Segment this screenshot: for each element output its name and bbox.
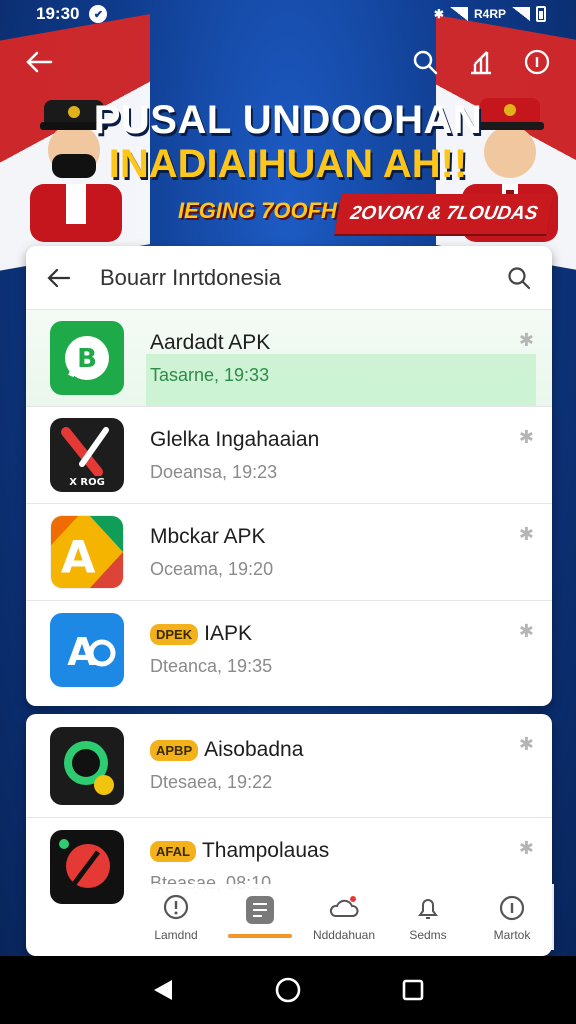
app-subtitle: Tasarne, 19:33 [150, 364, 270, 385]
bottom-nav: Lamdnd Ndddahuan Sedms Martok [0, 884, 576, 950]
system-home-button[interactable] [273, 975, 303, 1005]
battery-icon [536, 6, 546, 22]
app-title: DPEK IAPK [150, 622, 538, 646]
app-icon-play: A [50, 515, 124, 589]
list-item[interactable]: A DPEK IAPK Dteanca, 19:35 ✱ [26, 601, 552, 698]
arrow-left-icon [47, 268, 71, 287]
play-store-a-icon: A [51, 516, 123, 588]
app-title: AFAL Thampolauas [150, 839, 538, 863]
banner-tag-right-text: 2OVOKI & 7LOUDAS [348, 203, 540, 224]
list-item[interactable]: A Mbckar APK Oceama, 19:20 ✱ [26, 504, 552, 601]
vpn-icon: ✔ [89, 5, 108, 23]
nav-item-puzzle[interactable] [218, 884, 302, 950]
svg-text:B: B [77, 344, 97, 374]
star-icon[interactable]: ✱ [519, 734, 534, 755]
nav-label: Ndddahuan [312, 928, 376, 942]
app-icon-blue: A [50, 612, 124, 687]
list-item[interactable]: APBP Aisobadna Dtesaea, 19:22 ✱ [26, 714, 552, 818]
results-card: Bouarr Inrtdonesia B Aardadt APK Tasarne… [26, 246, 552, 706]
stats-button[interactable] [466, 47, 496, 77]
banner-title: PUSAL UNDOOHAN [93, 98, 483, 142]
star-icon[interactable]: ✱ [519, 524, 534, 545]
signal-icon-2 [512, 7, 530, 21]
app-title: Aardadt APK [150, 330, 271, 354]
back-button[interactable] [24, 47, 54, 77]
search-icon [508, 266, 531, 289]
nav-item-ndddahuan[interactable]: Ndddahuan [302, 884, 386, 950]
nav-label: Sedms [409, 928, 447, 942]
app-chip: APBP [150, 739, 199, 761]
app-title: APBP Aisobadna [150, 738, 538, 762]
app-icon-green: B [50, 321, 124, 395]
system-nav-bar [0, 956, 576, 1024]
star-icon[interactable]: ✱ [519, 330, 534, 351]
puzzle-icon [246, 896, 274, 924]
bell-icon [418, 899, 438, 919]
info-icon [499, 895, 525, 921]
square-recents-icon [403, 979, 424, 1001]
search-icon [413, 50, 438, 75]
system-back-button[interactable] [148, 975, 178, 1005]
arrow-left-icon [26, 51, 53, 73]
cloud-icon [329, 896, 359, 917]
star-icon[interactable]: ✱ [519, 427, 534, 448]
system-recents-button[interactable] [398, 975, 428, 1005]
banner-subtitle: INADIAIHUAN AH!! [108, 142, 468, 186]
info-button[interactable] [522, 47, 552, 77]
info-icon [524, 49, 550, 75]
chart-icon [471, 51, 491, 75]
app-subtitle: Dtesaea, 19:22 [150, 772, 273, 792]
svg-text:A: A [61, 530, 96, 583]
network-label: R4RP [473, 7, 506, 21]
chat-b-icon: B [65, 336, 109, 380]
x-logo-icon: X ROG [60, 427, 114, 488]
search-input[interactable]: Bouarr Inrtdonesia [100, 265, 504, 291]
app-icon-camera [50, 726, 124, 805]
nav-item-martok[interactable]: Martok [470, 884, 554, 950]
app-title-text: Thampolauas [201, 839, 330, 862]
app-subtitle: Doeansa, 19:23 [150, 461, 278, 482]
svg-text:X ROG: X ROG [69, 477, 105, 488]
app-subtitle: Oceama, 19:20 [150, 558, 274, 579]
app-icon-dark: X ROG [50, 418, 124, 492]
circle-home-icon [275, 977, 301, 1003]
nav-item-lamdnd[interactable]: Lamdnd [134, 884, 218, 950]
search-back-button[interactable] [44, 263, 74, 293]
status-time: 19:30 [36, 4, 80, 23]
app-chip: DPEK [150, 623, 199, 645]
app-title-text: IAPK [204, 622, 252, 645]
triangle-back-icon [153, 980, 172, 1000]
star-icon[interactable]: ✱ [519, 621, 534, 642]
app-title-text: Aisobadna [204, 738, 304, 761]
banner-tag-left: IEGING 7OOFH [178, 198, 337, 223]
search-button[interactable] [410, 47, 440, 77]
nav-label: Lamdnd [154, 928, 198, 942]
app-bar [24, 40, 552, 84]
active-tab-indicator [228, 934, 292, 938]
star-icon[interactable]: ✱ [519, 838, 534, 859]
banner-tag-right: 2OVOKI & 7LOUDAS [334, 194, 554, 234]
signal-icon [449, 7, 468, 21]
nav-label: Martok [493, 928, 531, 942]
app-chip: AFAL [150, 840, 196, 862]
camera-lens-icon [64, 740, 114, 795]
nav-item-sedms[interactable]: Sedms [386, 884, 470, 950]
status-bar: 19:30 ✔ ✱ R4RP [0, 0, 576, 28]
app-title: Glelka Ingahaaian [150, 427, 320, 451]
app-subtitle: Dteanca, 19:35 [150, 656, 273, 676]
ao-logo-icon: A [67, 630, 116, 674]
list-item[interactable]: B Aardadt APK Tasarne, 19:33 ✱ [26, 310, 552, 407]
search-bar: Bouarr Inrtdonesia [26, 246, 552, 310]
list-item[interactable]: X ROG Glelka Ingahaaian Doeansa, 19:23 ✱ [26, 407, 552, 504]
alarm-icon: ✱ [433, 7, 444, 21]
search-submit-button[interactable] [504, 263, 534, 293]
app-title: Mbckar APK [150, 524, 266, 548]
alert-icon [163, 894, 189, 920]
